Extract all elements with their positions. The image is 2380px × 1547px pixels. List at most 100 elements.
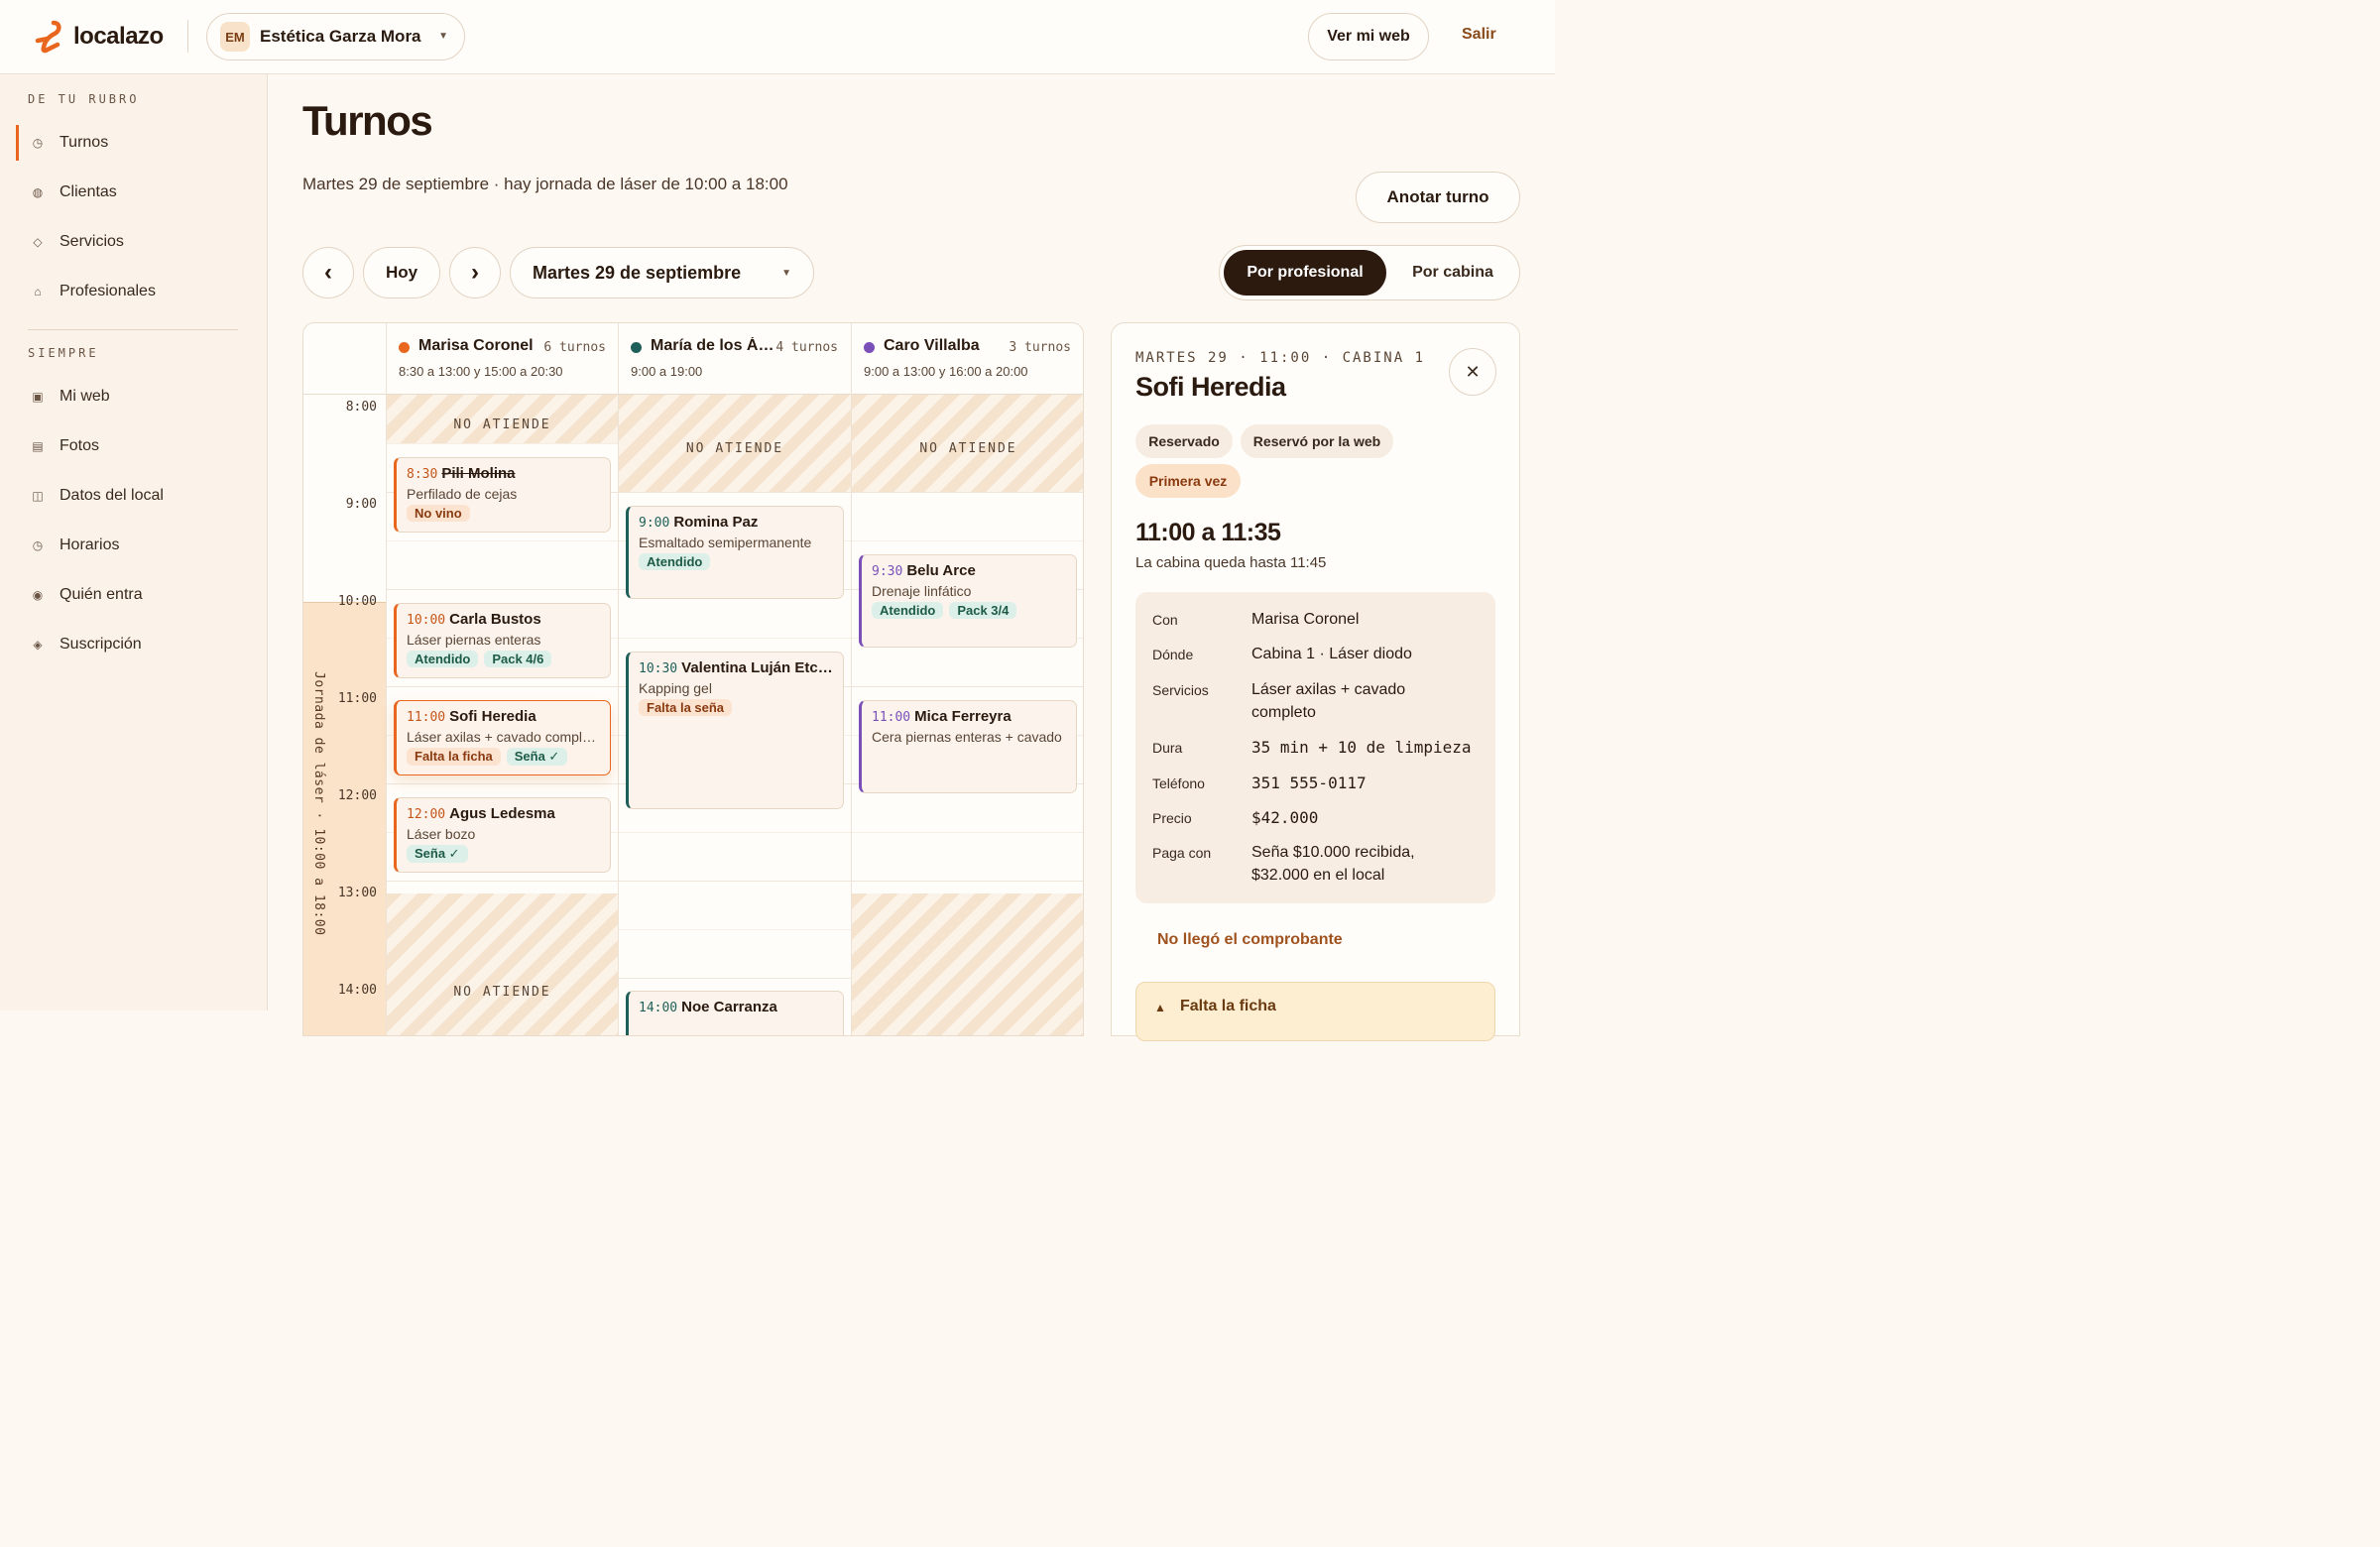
unavailable-block: NO ATIENDE	[387, 395, 618, 443]
client-name: Valentina Luján Etcheverry	[681, 659, 833, 676]
brand-logo[interactable]: localazo	[34, 20, 164, 54]
logo-mark-icon	[35, 20, 61, 54]
appointment-time: 9:00	[639, 516, 670, 531]
detail-value: Láser axilas + cavado completo	[1251, 681, 1406, 721]
sidebar-item-label: Clientas	[60, 183, 117, 200]
detail-value: Marisa Coronel	[1251, 611, 1360, 628]
appointment-title: 10:30Valentina Luján Etcheverry	[639, 659, 833, 676]
sidebar-item-clientas[interactable]: ◍ Clientas	[16, 175, 252, 210]
detail-value: Seña $10.000 recibida, $32.000 en el loc…	[1251, 844, 1415, 884]
chevron-right-icon: ›	[471, 259, 479, 286]
sidebar-item-servicios[interactable]: ◇ Servicios	[16, 224, 252, 260]
appointment-time: 10:00	[407, 613, 446, 628]
status-badge: Atendido	[872, 602, 944, 619]
clock-icon: ◷	[32, 136, 44, 150]
sidebar-item-turnos[interactable]: ◷ Turnos	[16, 125, 252, 161]
service-name: Perfilado de cejas	[407, 486, 518, 502]
sidebar-section-title: SIEMPRE	[28, 346, 99, 360]
service-name: Láser bozo	[407, 826, 476, 842]
top-bar: localazo EM Estética Garza Mora ▼ Ver mi…	[0, 0, 1555, 74]
appointment-title: 12:00 Agus Ledesma	[407, 805, 600, 822]
appointment-title: 11:00 Sofi Heredia	[407, 708, 600, 725]
detail-info-box: Con Marisa Coronel Dónde Cabina 1 · Láse…	[1135, 592, 1495, 903]
status-badge: Atendido	[639, 553, 711, 570]
add-appointment-button[interactable]: Anotar turno	[1356, 172, 1520, 223]
status-dot	[399, 342, 410, 353]
appointment-card[interactable]: 9:00 Romina Paz Esmaltado semipermanente …	[626, 506, 844, 599]
time-column: Jornada de láser · 10:00 a 18:00 8:00 9:…	[303, 395, 386, 1035]
appointment-time: 11:00	[872, 710, 911, 725]
divider	[187, 20, 188, 53]
appointment-title: 10:00 Carla Bustos	[407, 611, 600, 628]
view-website-button[interactable]: Ver mi web	[1308, 13, 1429, 60]
detail-key: Dura	[1152, 740, 1183, 756]
calendar-grid: Marisa Coronel 6 turnos 8:30 a 13:00 y 1…	[302, 322, 1084, 1036]
next-day-button[interactable]: ›	[449, 247, 501, 298]
appointment-card[interactable]: 11:00 Mica Ferreyra Cera piernas enteras …	[859, 700, 1077, 793]
sidebar-item-label: Suscripción	[60, 636, 142, 653]
service-name: Kapping gel	[639, 680, 712, 696]
today-button[interactable]: Hoy	[363, 247, 440, 298]
appointment-time: 14:00	[639, 1001, 678, 1015]
missing-receipt-link[interactable]: No llegó el comprobante	[1157, 931, 1343, 949]
professional-name: Caro Villalba	[884, 337, 980, 354]
client-name: Sofi Heredia	[449, 708, 536, 725]
sidebar-item-suscripcion[interactable]: ◈ Suscripción	[16, 627, 252, 662]
sidebar-item-datos-del-local[interactable]: ◫ Datos del local	[16, 478, 252, 514]
page-title: Turnos	[302, 97, 433, 144]
detail-value: $42.000	[1251, 808, 1319, 827]
status-badge: No vino	[407, 505, 470, 522]
warning-banner[interactable]: ▲ Falta la ficha	[1135, 982, 1495, 1041]
detail-key: Con	[1152, 612, 1178, 628]
sidebar-item-mi-web[interactable]: ▣ Mi web	[16, 379, 252, 415]
appointment-card[interactable]: 10:00 Carla Bustos Láser piernas enteras …	[394, 603, 611, 678]
column-header-professional[interactable]: Caro Villalba 3 turnos 9:00 a 13:00 y 16…	[851, 323, 1083, 395]
service-name: Esmaltado semipermanente	[639, 535, 812, 550]
business-avatar: EM	[220, 22, 250, 52]
appointment-card[interactable]: 10:30Valentina Luján Etcheverry Kapping …	[626, 652, 844, 809]
detail-value: Cabina 1 · Láser diodo	[1251, 646, 1412, 662]
detail-key: Precio	[1152, 810, 1192, 826]
detail-value: 351 555-0117	[1251, 774, 1367, 792]
sidebar-item-label: Quién entra	[60, 586, 143, 603]
view-by-cabin-tab[interactable]: Por cabina	[1388, 250, 1517, 296]
unavailable-label: NO ATIENDE	[919, 441, 1017, 456]
appointment-card-selected[interactable]: 11:00 Sofi Heredia Láser axilas + cavado …	[394, 700, 611, 775]
column-header-professional[interactable]: María de los Ángeles 4 turnos 9:00 a 19:…	[618, 323, 850, 395]
divider	[28, 329, 238, 330]
hour-label: 8:00	[345, 400, 377, 415]
column-header-professional[interactable]: Marisa Coronel 6 turnos 8:30 a 13:00 y 1…	[386, 323, 618, 395]
appointment-card[interactable]: 9:30 Belu Arce Drenaje linfático Atendido…	[859, 554, 1077, 648]
diamond-icon: ◇	[33, 235, 43, 249]
professional-name: María de los Ángeles	[651, 337, 774, 354]
unavailable-block: NO ATIENDE	[387, 893, 618, 1035]
hour-label: 9:00	[345, 497, 377, 512]
sidebar-item-fotos[interactable]: ▤ Fotos	[16, 428, 252, 464]
appointment-time: 11:00	[407, 710, 446, 725]
business-name: Estética Garza Mora	[260, 27, 421, 46]
previous-day-button[interactable]: ‹	[302, 247, 354, 298]
sidebar-item-quien-entra[interactable]: ◉ Quién entra	[16, 577, 252, 613]
pack-badge: Pack 4/6	[484, 651, 552, 667]
business-selector[interactable]: EM Estética Garza Mora ▼	[206, 13, 465, 60]
client-name: Carla Bustos	[449, 611, 541, 628]
logout-button[interactable]: Salir	[1462, 26, 1496, 44]
appointment-card[interactable]: 8:30 Pili Molina Perfilado de cejas No vi…	[394, 457, 611, 533]
hour-label: 11:00	[337, 691, 377, 706]
view-by-professional-tab[interactable]: Por profesional	[1224, 250, 1386, 296]
laser-day-label: Jornada de láser · 10:00 a 18:00	[311, 671, 326, 936]
sidebar-item-horarios[interactable]: ◷ Horarios	[16, 528, 252, 563]
client-name: Belu Arce	[906, 562, 976, 579]
sidebar-section-title: DE TU RUBRO	[28, 92, 140, 106]
appointment-title: 9:00 Romina Paz	[639, 514, 833, 531]
view-toggle: Por profesional Por cabina	[1219, 245, 1520, 300]
status-badge: Falta la ficha	[407, 748, 501, 766]
working-hours: 9:00 a 19:00	[631, 364, 703, 379]
appointment-count: 4 turnos	[775, 340, 838, 355]
date-selector[interactable]: Martes 29 de septiembre ▼	[510, 247, 814, 298]
sidebar-item-profesionales[interactable]: ⌂ Profesionales	[16, 274, 252, 309]
detail-cabin-note: La cabina queda hasta 11:45	[1135, 554, 1327, 571]
appointment-card[interactable]: 14:00 Noe Carranza	[626, 991, 844, 1035]
close-button[interactable]: ✕	[1449, 348, 1496, 396]
appointment-card[interactable]: 12:00 Agus Ledesma Láser bozo Seña ✓	[394, 797, 611, 873]
